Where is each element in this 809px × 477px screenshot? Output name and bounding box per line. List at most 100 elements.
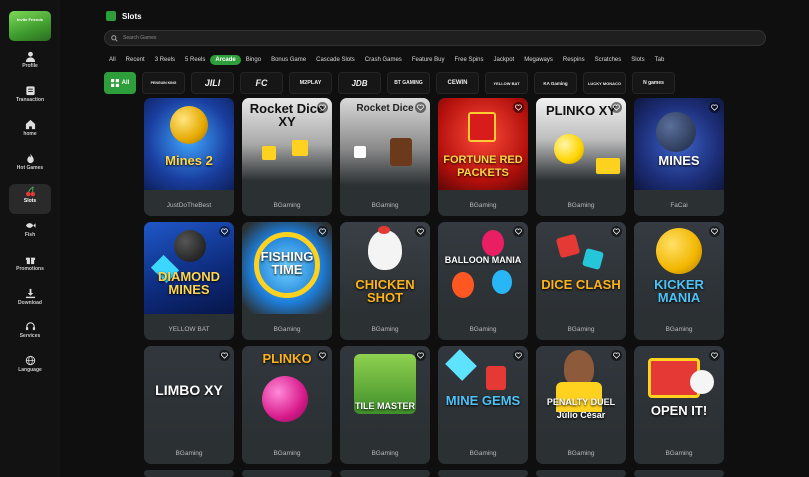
provider-n-games[interactable]: N games <box>632 72 675 94</box>
favorite-button[interactable] <box>415 350 426 361</box>
provider-label: All <box>121 80 130 86</box>
game-card[interactable]: PLINKO BGaming <box>242 346 332 464</box>
game-card[interactable]: Mines 2 JustDoTheBest <box>144 98 234 216</box>
tab-recent[interactable]: Recent <box>121 55 150 65</box>
nav-transaction[interactable]: Transaction <box>9 83 51 113</box>
tab-arcade[interactable]: Arcade <box>210 54 241 65</box>
game-card[interactable]: LIMBO XY BGaming <box>144 346 234 464</box>
favorite-button[interactable] <box>415 226 426 237</box>
tab-bingo[interactable]: Bingo <box>241 55 266 65</box>
tab-3-reels[interactable]: 3 Reels <box>150 55 180 65</box>
nav-language[interactable]: Language <box>9 353 51 383</box>
tab-respins[interactable]: Respins <box>558 55 590 65</box>
game-card[interactable]: DIAMOND MINES YELLOW BAT <box>144 222 234 340</box>
provider-label: N games <box>643 80 664 86</box>
game-card[interactable]: Rocket Dice XY BGaming <box>242 98 332 216</box>
tab-slots[interactable]: Slots <box>626 55 649 65</box>
favorite-button[interactable] <box>317 226 328 237</box>
game-card[interactable]: KICKER MANIA BGaming <box>634 222 724 340</box>
favorite-button[interactable] <box>317 350 328 361</box>
favorite-button[interactable] <box>709 102 720 113</box>
favorite-button[interactable] <box>415 102 426 113</box>
game-card-partial[interactable] <box>144 470 234 477</box>
provider-jdb[interactable]: JDB <box>338 72 381 94</box>
favorite-button[interactable] <box>219 350 230 361</box>
fish-icon <box>25 223 36 228</box>
tab-all[interactable]: All <box>104 55 121 65</box>
game-card[interactable]: FORTUNE RED PACKETS BGaming <box>438 98 528 216</box>
game-card[interactable]: CHICKEN SHOT BGaming <box>340 222 430 340</box>
game-title: PLINKO XY <box>545 103 617 118</box>
tab-tab[interactable]: Tab <box>650 55 670 65</box>
game-provider: BGaming <box>469 202 497 209</box>
tab-jackpot[interactable]: Jackpot <box>489 55 520 65</box>
tab-5-reels[interactable]: 5 Reels <box>180 55 210 65</box>
favorite-button[interactable] <box>611 102 622 113</box>
provider-fc[interactable]: FC <box>240 72 283 94</box>
tab-cascade-slots[interactable]: Cascade Slots <box>311 55 360 65</box>
game-card[interactable]: OPEN IT! BGaming <box>634 346 724 464</box>
tab-scratches[interactable]: Scratches <box>590 55 627 65</box>
person-icon <box>25 51 35 62</box>
provider-penguin-king[interactable]: PENGUIN KING <box>142 72 185 94</box>
nav-profile[interactable]: Profile <box>9 49 51 79</box>
tab-megaways[interactable]: Megaways <box>519 55 558 65</box>
tab-feature-buy[interactable]: Feature Buy <box>407 55 450 65</box>
favorite-button[interactable] <box>513 350 524 361</box>
nav-label: home <box>23 131 37 137</box>
favorite-button[interactable] <box>611 226 622 237</box>
provider-lucky-monaco[interactable]: LUCKY MONACO <box>583 72 626 94</box>
heart-icon <box>613 104 620 111</box>
provider-ka-gaming[interactable]: KA Gaming <box>534 72 577 94</box>
game-card[interactable]: PLINKO XY BGaming <box>536 98 626 216</box>
favorite-button[interactable] <box>513 226 524 237</box>
provider-m2play[interactable]: M2PLAY <box>289 72 332 94</box>
search-input[interactable] <box>123 35 723 41</box>
game-card-partial[interactable] <box>438 470 528 477</box>
nav-promotions[interactable]: Promotions <box>9 252 51 282</box>
game-card[interactable]: FISHING TIME BGaming <box>242 222 332 340</box>
game-card[interactable]: PENALTY DUEL Júlio César BGaming <box>536 346 626 464</box>
sidebar: Invite Friends Profile Transaction home … <box>0 0 60 477</box>
game-card[interactable]: Rocket Dice BGaming <box>340 98 430 216</box>
game-card[interactable]: DICE CLASH BGaming <box>536 222 626 340</box>
heart-icon <box>711 104 718 111</box>
nav-fish[interactable]: Fish <box>9 218 51 248</box>
game-card-partial[interactable] <box>634 470 724 477</box>
favorite-button[interactable] <box>709 350 720 361</box>
game-title: PENALTY DUEL Júlio César <box>546 397 616 420</box>
game-card[interactable]: MINES FaCai <box>634 98 724 216</box>
nav-hot-games[interactable]: Hot Games <box>9 151 51 181</box>
favorite-button[interactable] <box>709 226 720 237</box>
invite-friends-banner[interactable]: Invite Friends <box>9 11 51 41</box>
search-bar[interactable] <box>104 30 766 46</box>
gift-icon <box>25 257 35 265</box>
tab-bonus-game[interactable]: Bonus Game <box>266 55 311 65</box>
heart-icon <box>515 228 522 235</box>
provider-cewin[interactable]: CEWIN <box>436 72 479 94</box>
favorite-button[interactable] <box>317 102 328 113</box>
heart-icon <box>221 352 228 359</box>
game-card-partial[interactable] <box>242 470 332 477</box>
provider-bt-gaming[interactable]: BT GAMING <box>387 72 430 94</box>
provider-all[interactable]: All <box>104 72 136 94</box>
game-card[interactable]: MINE GEMS BGaming <box>438 346 528 464</box>
provider-jili[interactable]: JILI <box>191 72 234 94</box>
game-card[interactable]: TILE MASTER BGaming <box>340 346 430 464</box>
tab-crash-games[interactable]: Crash Games <box>360 55 407 65</box>
nav-services[interactable]: Services <box>9 319 51 349</box>
nav-download[interactable]: Download <box>9 286 51 316</box>
favorite-button[interactable] <box>513 102 524 113</box>
provider-yellow-bat[interactable]: YELLOW BAT <box>485 72 528 94</box>
favorite-button[interactable] <box>611 350 622 361</box>
game-card-partial[interactable] <box>536 470 626 477</box>
nav-home[interactable]: home <box>9 117 51 147</box>
game-title: PLINKO <box>262 351 312 366</box>
provider-label: PENGUIN KING <box>150 81 177 85</box>
tab-free-spins[interactable]: Free Spins <box>450 55 489 65</box>
game-card-partial[interactable] <box>340 470 430 477</box>
nav-slots[interactable]: Slots <box>9 184 51 214</box>
game-card[interactable]: BALLOON MANIA BGaming <box>438 222 528 340</box>
favorite-button[interactable] <box>219 226 230 237</box>
game-title: FISHING TIME <box>260 249 314 277</box>
